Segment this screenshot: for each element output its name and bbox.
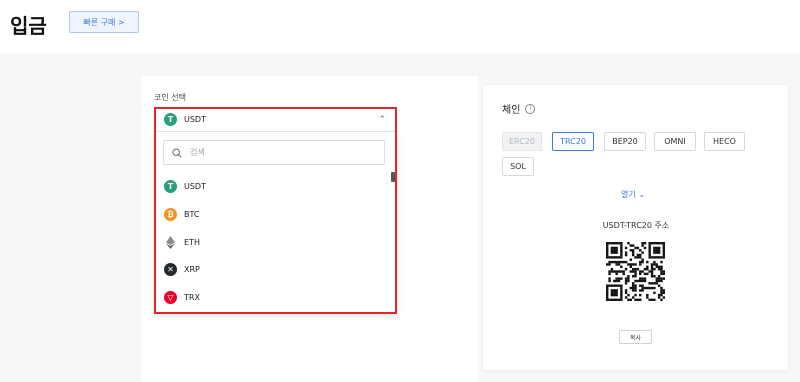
coin-option-label: ETH xyxy=(184,237,200,247)
chain-title-text: 체인 xyxy=(502,105,521,116)
expand-label: 열기 xyxy=(621,190,636,199)
coin-option-usdt[interactable]: T USDT xyxy=(164,178,384,194)
quick-buy-button[interactable]: 빠른 구매 > xyxy=(69,11,139,33)
coin-option-eth[interactable]: ETH xyxy=(164,234,384,250)
chain-option-trc20[interactable]: TRC20 xyxy=(552,132,594,151)
chain-title: 체인 i xyxy=(502,101,536,116)
coin-option-label: BTC xyxy=(184,209,200,219)
ethereum-icon xyxy=(164,235,177,249)
chain-option-bep20[interactable]: BEP20 xyxy=(604,132,646,151)
coin-option-label: XRP xyxy=(184,264,200,274)
coin-option-trx[interactable]: ▽ TRX xyxy=(164,289,384,305)
page-title: 입금 xyxy=(10,14,47,38)
coin-option-btc[interactable]: ₿ BTC xyxy=(164,206,384,222)
coin-select-label: 코인 선택 xyxy=(154,93,186,102)
chain-option-heco[interactable]: HECO xyxy=(704,132,745,151)
chain-option-erc20[interactable]: ERC20 xyxy=(502,132,542,151)
tether-icon: T xyxy=(164,179,177,193)
info-icon[interactable]: i xyxy=(525,103,536,114)
dropdown-scrollbar[interactable] xyxy=(391,172,395,182)
expand-chains-toggle[interactable]: 열기 ⌄ xyxy=(621,189,645,200)
selected-coin: USDT xyxy=(184,115,206,124)
chevron-up-icon: ⌃ xyxy=(378,115,386,125)
chevron-down-icon: ⌄ xyxy=(638,190,645,199)
qr-code xyxy=(606,242,665,301)
xrp-icon: ✕ xyxy=(164,262,177,276)
search-icon xyxy=(172,147,182,158)
copy-address-button[interactable]: 복사 xyxy=(619,330,652,344)
tether-icon: T xyxy=(164,113,177,126)
bitcoin-icon: ₿ xyxy=(164,207,177,221)
tron-icon: ▽ xyxy=(164,290,177,304)
coin-option-xrp[interactable]: ✕ XRP xyxy=(164,261,384,277)
coin-select-dropdown[interactable]: T USDT ⌃ xyxy=(155,108,396,132)
coin-option-label: TRX xyxy=(184,292,200,302)
deposit-address-label: USDT-TRC20 주소 xyxy=(602,221,670,230)
chain-option-omni[interactable]: OMNI xyxy=(654,132,696,151)
coin-option-label: USDT xyxy=(184,181,206,191)
coin-search-input[interactable] xyxy=(188,147,372,158)
chain-option-sol[interactable]: SOL xyxy=(502,157,534,176)
coin-search-field[interactable] xyxy=(163,140,385,165)
